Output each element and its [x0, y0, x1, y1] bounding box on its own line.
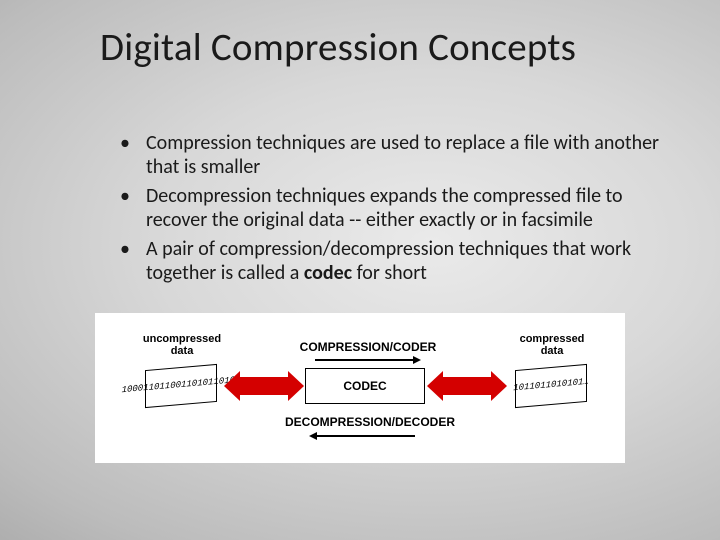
codec-diagram: uncompressed data compressed data COMPRE…	[95, 313, 625, 463]
page-title: Digital Compression Concepts	[100, 24, 680, 71]
decompression-decoder-label: DECOMPRESSION/DECODER	[270, 416, 470, 429]
double-arrow-icon	[240, 377, 288, 395]
compressed-data-label: compressed data	[507, 333, 597, 357]
arrow-right-icon	[315, 359, 415, 361]
list-item: Compression techniques are used to repla…	[120, 131, 680, 180]
codec-bold: codec	[304, 261, 352, 285]
arrow-left-icon	[315, 435, 415, 437]
bullet-list: Compression techniques are used to repla…	[120, 131, 680, 285]
compressed-data-box: 1011011010101…	[515, 364, 587, 408]
list-item: A pair of compression/decompression tech…	[120, 237, 680, 286]
double-arrow-icon	[443, 377, 491, 395]
codec-box: CODEC	[305, 368, 425, 404]
compression-coder-label: COMPRESSION/CODER	[283, 341, 453, 354]
list-item: Decompression techniques expands the com…	[120, 184, 680, 233]
uncompressed-data-label: uncompressed data	[137, 333, 227, 357]
slide: Digital Compression Concepts Compression…	[0, 0, 720, 540]
uncompressed-data-box: 100011011001101011010…	[145, 364, 217, 408]
list-item-tail: for short	[352, 261, 427, 285]
